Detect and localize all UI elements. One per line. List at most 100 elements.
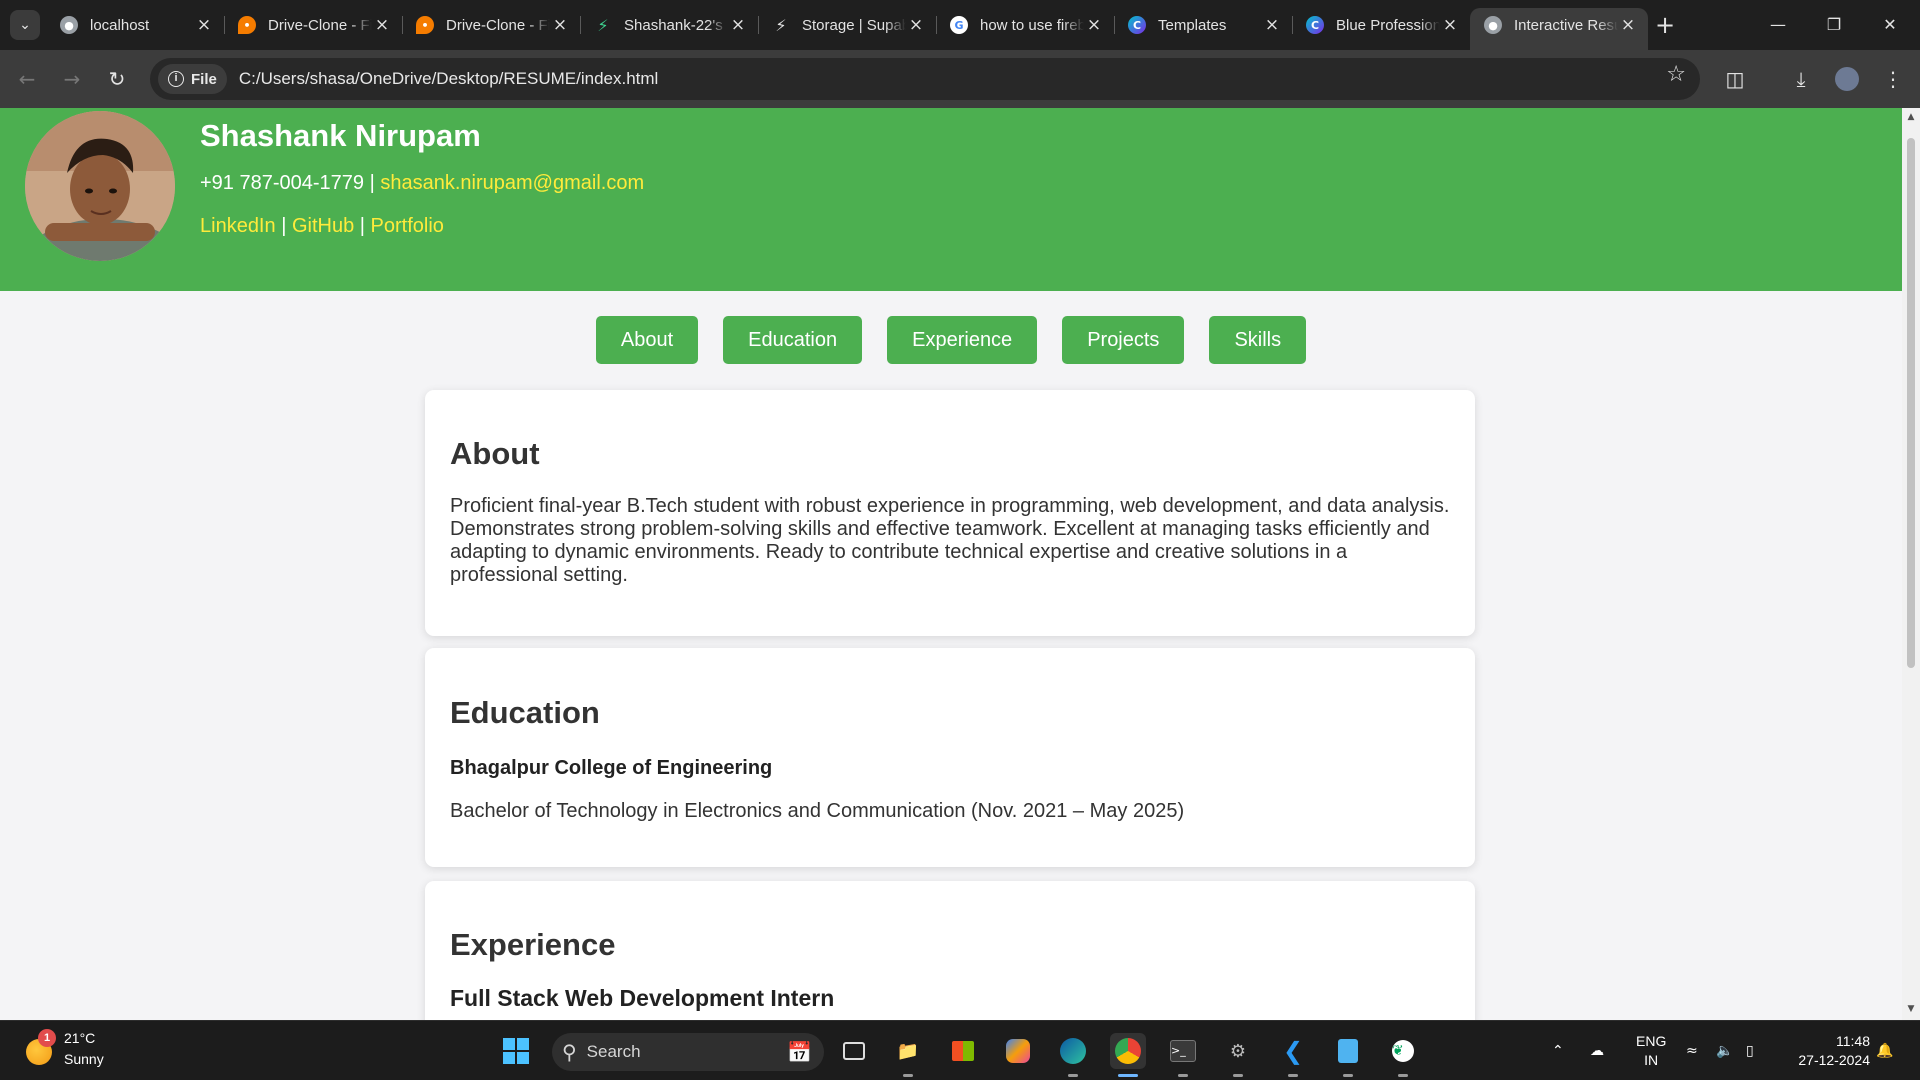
experience-role: Full Stack Web Development Intern xyxy=(450,985,835,1011)
phone-number: +91 787-004-1779 xyxy=(200,172,365,194)
nav-skills-button[interactable]: Skills xyxy=(1209,316,1307,364)
close-icon[interactable]: × xyxy=(728,15,748,35)
address-bar[interactable]: i File C:/Users/shasa/OneDrive/Desktop/R… xyxy=(150,58,1700,100)
profile-photo xyxy=(25,111,175,261)
education-section: Education Bhagalpur College of Engineeri… xyxy=(425,648,1475,867)
edge-icon[interactable] xyxy=(1055,1033,1091,1077)
new-tab-button[interactable]: + xyxy=(1650,10,1680,40)
close-icon[interactable]: × xyxy=(1440,15,1460,35)
nav-education-button[interactable]: Education xyxy=(723,316,863,364)
weather-condition[interactable]: Sunny xyxy=(64,1051,104,1067)
scrollbar-thumb[interactable] xyxy=(1907,138,1915,668)
tab-title: Interactive Resume xyxy=(1514,16,1618,34)
vscode-icon[interactable]: ❮ xyxy=(1275,1033,1311,1077)
bookmark-star-icon[interactable]: ☆ xyxy=(1666,62,1686,87)
forward-button[interactable]: → xyxy=(55,62,89,96)
tab-drive-clone-1[interactable]: • Drive-Clone - Fireb × xyxy=(224,8,402,42)
search-highlight-icon: 📅 xyxy=(787,1041,812,1064)
separator: | xyxy=(281,215,287,237)
separator: | xyxy=(369,172,375,194)
extensions-icon[interactable]: ◫ xyxy=(1718,62,1752,96)
download-icon[interactable]: ⤓ xyxy=(1784,62,1818,96)
about-section: About Proficient final-year B.Tech stude… xyxy=(425,390,1475,636)
tab-canva-templates[interactable]: C Templates × xyxy=(1114,8,1292,42)
settings-gear-icon[interactable]: ⚙ xyxy=(1220,1033,1256,1077)
search-icon: ⚲ xyxy=(562,1040,577,1064)
terminal-icon[interactable]: >_ xyxy=(1165,1033,1201,1077)
email-link[interactable]: shasank.nirupam@gmail.com xyxy=(380,172,644,194)
copilot-icon[interactable] xyxy=(1000,1033,1036,1069)
close-icon[interactable]: × xyxy=(906,15,926,35)
tab-drive-clone-2[interactable]: • Drive-Clone - Fireb × xyxy=(402,8,580,42)
reload-button[interactable]: ↻ xyxy=(100,62,134,96)
clock-date: 27-12-2024 xyxy=(1798,1052,1870,1068)
tab-canva-blue-professional[interactable]: C Blue Professional × xyxy=(1292,8,1470,42)
search-placeholder: Search xyxy=(586,1042,641,1061)
portfolio-link[interactable]: Portfolio xyxy=(371,215,444,237)
globe-icon: ● xyxy=(1484,16,1502,34)
education-degree: Bachelor of Technology in Electronics an… xyxy=(450,800,1185,822)
candidate-name: Shashank Nirupam xyxy=(200,118,481,153)
system-clock[interactable]: 11:48 27-12-2024 xyxy=(1780,1032,1870,1070)
back-button[interactable]: ← xyxy=(10,62,44,96)
nav-experience-button[interactable]: Experience xyxy=(887,316,1038,364)
tab-localhost[interactable]: ● localhost × xyxy=(46,8,224,42)
restore-button[interactable]: ❐ xyxy=(1806,0,1862,50)
separator: | xyxy=(359,215,365,237)
nav-about-button[interactable]: About xyxy=(595,316,699,364)
language-code: ENG xyxy=(1636,1033,1667,1049)
scroll-down-icon[interactable]: ▼ xyxy=(1905,1004,1917,1016)
minimize-button[interactable]: — xyxy=(1750,0,1806,50)
tab-title: Drive-Clone - Fireb xyxy=(268,16,372,34)
task-view-icon[interactable] xyxy=(836,1033,872,1069)
close-window-button[interactable]: ✕ xyxy=(1862,0,1918,50)
nav-projects-button[interactable]: Projects xyxy=(1062,316,1185,364)
experience-section: Experience Full Stack Web Development In… xyxy=(425,881,1475,1020)
mongodb-compass-icon[interactable]: ❦ xyxy=(1385,1033,1421,1077)
tab-search-button[interactable]: ⌄ xyxy=(10,10,40,40)
canva-icon: C xyxy=(1306,16,1324,34)
tab-title: Shashank-22's Proj xyxy=(624,16,728,34)
page-scrollbar[interactable]: ▲ ▼ xyxy=(1902,108,1920,1020)
tab-supabase-project[interactable]: ⚡ Shashank-22's Proj × xyxy=(580,8,758,42)
windows-taskbar: 1 21°C Sunny ⚲ Search 📅 📁 >_ ⚙ ❮ ❦ ⌃ ☁ E… xyxy=(0,1020,1920,1080)
tab-supabase-storage[interactable]: ⚡ Storage | Supabase × xyxy=(758,8,936,42)
notepad-icon[interactable] xyxy=(1330,1033,1366,1077)
url-text[interactable]: C:/Users/shasa/OneDrive/Desktop/RESUME/i… xyxy=(239,69,658,89)
language-indicator[interactable]: ENG IN xyxy=(1636,1032,1666,1070)
battery-icon[interactable]: ▯ xyxy=(1746,1021,1754,1080)
github-link[interactable]: GitHub xyxy=(292,215,354,237)
about-heading: About xyxy=(450,436,540,471)
supabase-icon: ⚡ xyxy=(597,15,609,35)
chrome-icon[interactable] xyxy=(1110,1033,1146,1077)
browser-tab-strip: ⌄ ● localhost × • Drive-Clone - Fireb × … xyxy=(0,0,1920,50)
about-text: Proficient final-year B.Tech student wit… xyxy=(450,495,1450,586)
resume-header: Shashank Nirupam +91 787-004-1779 | shas… xyxy=(0,108,1902,291)
close-icon[interactable]: × xyxy=(1084,15,1104,35)
close-icon[interactable]: × xyxy=(372,15,392,35)
profile-avatar[interactable] xyxy=(1830,62,1864,96)
close-icon[interactable]: × xyxy=(1262,15,1282,35)
taskbar-search[interactable]: ⚲ Search 📅 xyxy=(552,1033,824,1071)
tab-interactive-resume[interactable]: ● Interactive Resume × xyxy=(1470,8,1648,50)
tab-google-search[interactable]: G how to use firebase × xyxy=(936,8,1114,42)
volume-muted-icon[interactable]: 🔈 xyxy=(1716,1021,1733,1080)
more-menu-icon[interactable]: ⋮ xyxy=(1876,62,1910,96)
microsoft-store-icon[interactable] xyxy=(945,1033,981,1069)
weather-temperature[interactable]: 21°C xyxy=(64,1030,95,1046)
site-chip-label: File xyxy=(191,70,217,88)
notifications-icon[interactable]: 🔔 xyxy=(1876,1021,1893,1080)
tab-title: localhost xyxy=(90,16,150,34)
windows-start-icon[interactable] xyxy=(498,1033,534,1069)
close-icon[interactable]: × xyxy=(1618,15,1638,35)
onedrive-icon[interactable]: ☁ xyxy=(1590,1021,1604,1080)
linkedin-link[interactable]: LinkedIn xyxy=(200,215,276,237)
scroll-up-icon[interactable]: ▲ xyxy=(1905,112,1917,124)
close-icon[interactable]: × xyxy=(550,15,570,35)
site-info-chip[interactable]: i File xyxy=(158,64,227,94)
close-icon[interactable]: × xyxy=(194,15,214,35)
file-explorer-icon[interactable]: 📁 xyxy=(890,1033,926,1077)
tray-overflow-icon[interactable]: ⌃ xyxy=(1552,1021,1564,1080)
globe-icon: ● xyxy=(60,16,78,34)
wifi-icon[interactable]: ≈ xyxy=(1686,1021,1698,1080)
